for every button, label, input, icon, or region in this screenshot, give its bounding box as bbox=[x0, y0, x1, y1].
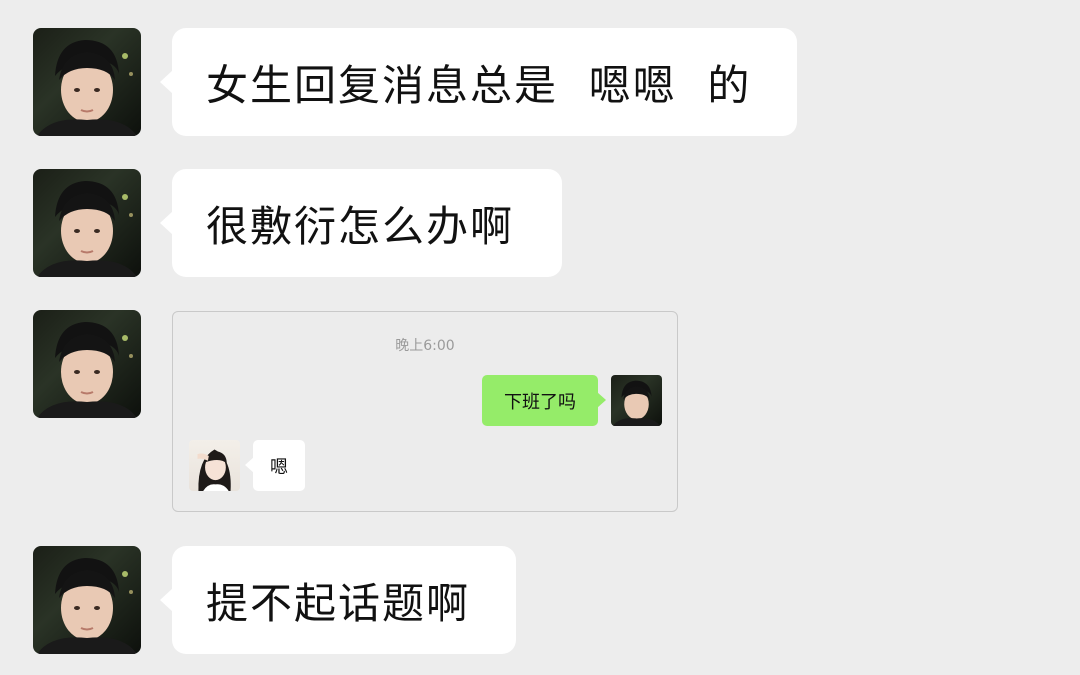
boy-avatar-icon[interactable] bbox=[33, 310, 141, 418]
boy-avatar-icon[interactable] bbox=[33, 169, 141, 277]
boy-avatar-icon bbox=[611, 375, 662, 426]
sent-message-bubble: 下班了吗 bbox=[482, 375, 606, 426]
message-bubble[interactable]: 女生回复消息总是 嗯嗯 的 bbox=[160, 28, 797, 136]
received-message-bubble: 嗯 bbox=[245, 440, 305, 491]
embedded-chat-screenshot[interactable]: 晚上6:00 下班了吗 嗯 bbox=[172, 311, 678, 512]
boy-avatar-icon[interactable] bbox=[33, 546, 141, 654]
girl-avatar-icon bbox=[189, 440, 240, 491]
message-bubble[interactable]: 很敷衍怎么办啊 bbox=[160, 169, 562, 277]
message-bubble[interactable]: 提不起话题啊 bbox=[160, 546, 516, 654]
boy-avatar-icon[interactable] bbox=[33, 28, 141, 136]
chat-timestamp: 晚上6:00 bbox=[395, 338, 455, 354]
